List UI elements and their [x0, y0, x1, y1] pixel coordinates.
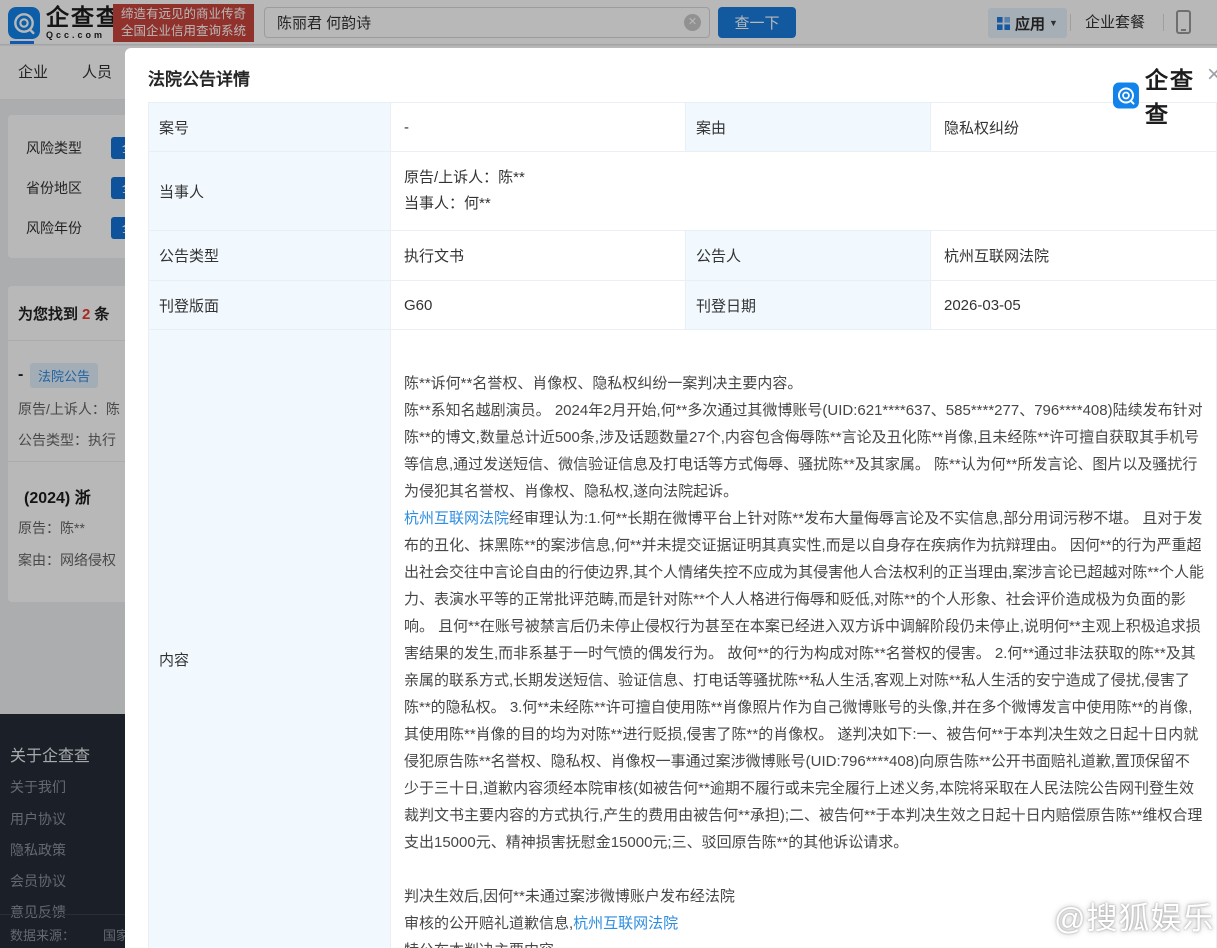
court-link[interactable]: 杭州互联网法院 [404, 510, 509, 527]
watermark-text: @搜狐娱乐 [1054, 893, 1214, 938]
weibo-icon [1004, 899, 1046, 933]
field-label-cause: 案由 [686, 103, 931, 152]
table-row: 公告类型 执行文书 公告人 杭州互联网法院 [149, 231, 1217, 281]
table-row: 刊登版面 G60 刊登日期 2026-03-05 [149, 281, 1217, 330]
court-link[interactable]: 杭州互联网法院 [573, 915, 678, 932]
qcc-logo: 企查查 [1113, 61, 1217, 129]
field-label-announcement-type: 公告类型 [149, 231, 391, 281]
table-row: 案号 - 案由 隐私权纠纷 [149, 103, 1217, 152]
table-row: 当事人 原告/上诉人：陈** 当事人：何** [149, 152, 1217, 231]
close-icon[interactable]: × [1207, 63, 1217, 87]
watermark: @搜狐娱乐 [1004, 893, 1214, 938]
field-value-announcer: 杭州互联网法院 [931, 231, 1217, 281]
announcement-table: 案号 - 案由 隐私权纠纷 当事人 原告/上诉人：陈** 当事人：何** 公告类… [148, 102, 1217, 948]
announcement-content-cell: 陈**诉何**名誉权、肖像权、隐私权纠纷一案判决主要内容。陈**系知名越剧演员。… [391, 330, 1217, 948]
field-value-case-number: - [391, 103, 686, 152]
field-label-announcer: 公告人 [686, 231, 931, 281]
screen: 企查查 Qcc.com 缔造有远见的商业传奇 全国企业信用查询系统 陈丽君 何韵… [0, 0, 1217, 948]
field-value-announcement-type: 执行文书 [391, 231, 686, 281]
field-label-publish-date: 刊登日期 [686, 281, 931, 330]
field-label-page-layout: 刊登版面 [149, 281, 391, 330]
field-label-content: 内容 [149, 330, 391, 948]
field-value-parties: 原告/上诉人：陈** 当事人：何** [391, 152, 1217, 231]
court-announcement-modal: 法院公告详情 企查查 × 案号 - 案由 隐私权纠纷 当事人 [125, 48, 1217, 948]
field-value-page-layout: G60 [391, 281, 686, 330]
modal-title: 法院公告详情 [148, 65, 250, 90]
field-label-case-number: 案号 [149, 103, 391, 152]
field-value-publish-date: 2026-03-05 [931, 281, 1217, 330]
announcement-content-text: 陈**诉何**名誉权、肖像权、隐私权纠纷一案判决主要内容。陈**系知名越剧演员。… [404, 370, 1204, 948]
field-label-parties: 当事人 [149, 152, 391, 231]
qcc-logo-icon [1113, 82, 1139, 109]
modal-header: 法院公告详情 企查查 × [125, 48, 1217, 102]
table-row: 内容 陈**诉何**名誉权、肖像权、隐私权纠纷一案判决主要内容。陈**系知名越剧… [149, 330, 1217, 948]
